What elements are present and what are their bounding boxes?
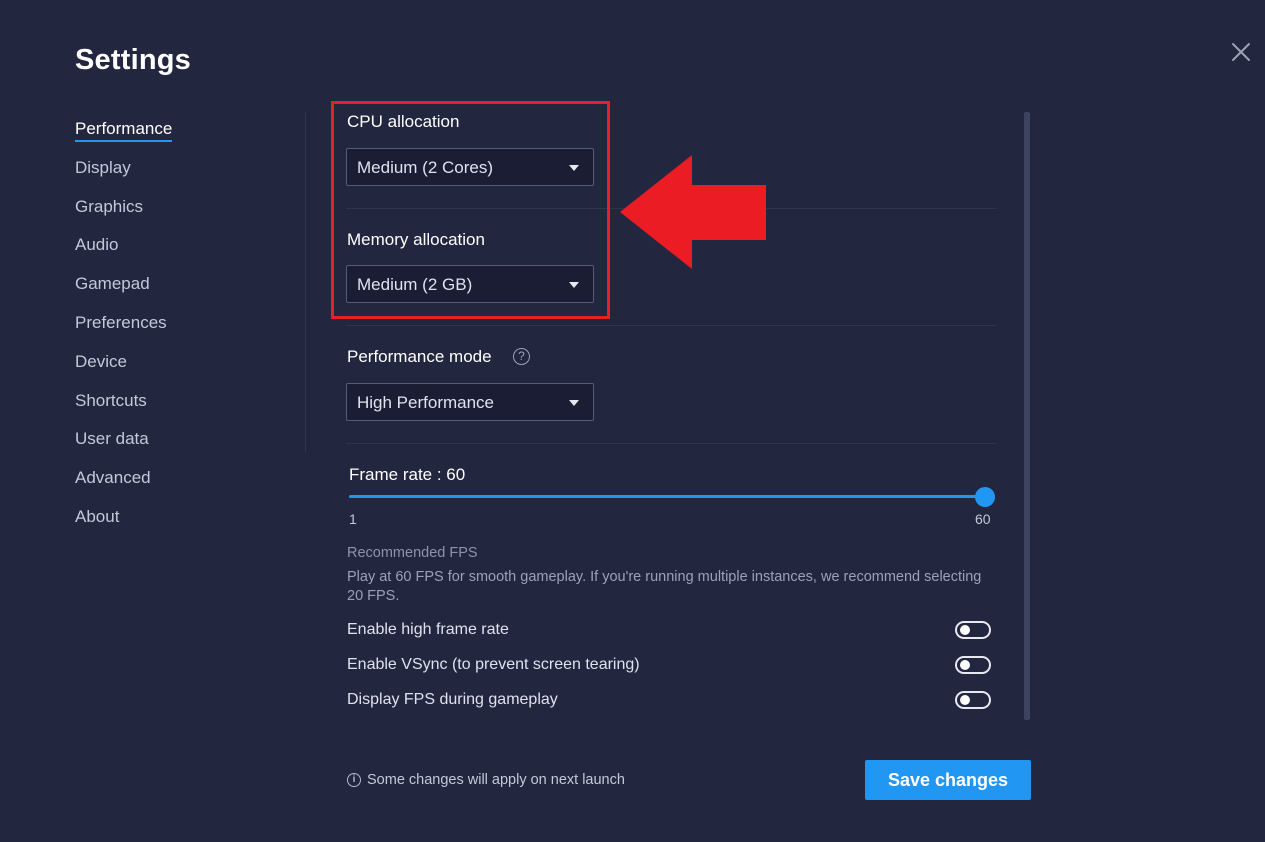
performance-mode-value: High Performance (357, 393, 495, 412)
sidebar-item-advanced[interactable]: Advanced (75, 459, 275, 498)
sidebar-divider (305, 112, 306, 452)
high-frame-rate-toggle[interactable] (955, 621, 991, 639)
annotation-highlight-box (331, 101, 610, 319)
performance-mode-select[interactable]: High Performance (346, 383, 594, 421)
performance-mode-label: Performance mode (347, 347, 492, 366)
frame-rate-max-label: 60 (975, 511, 991, 527)
close-icon[interactable] (1230, 41, 1252, 63)
save-changes-button[interactable]: Save changes (865, 760, 1031, 800)
info-icon: i (347, 773, 361, 787)
sidebar-item-device[interactable]: Device (75, 343, 275, 382)
sidebar-item-preferences[interactable]: Preferences (75, 304, 275, 343)
settings-title: Settings (75, 44, 191, 76)
question-circle-icon[interactable]: ? (513, 348, 530, 365)
sidebar-nav: Performance Display Graphics Audio Gamep… (75, 110, 275, 537)
frame-rate-min-label: 1 (349, 511, 357, 527)
vsync-toggle[interactable] (955, 656, 991, 674)
sidebar-item-gamepad[interactable]: Gamepad (75, 265, 275, 304)
section-divider (346, 325, 996, 326)
sidebar-item-shortcuts[interactable]: Shortcuts (75, 382, 275, 421)
toggle-knob (960, 695, 970, 705)
frame-rate-slider-handle[interactable] (975, 487, 995, 507)
sidebar-item-graphics[interactable]: Graphics (75, 188, 275, 227)
toggle-label-high-frame-rate: Enable high frame rate (347, 621, 509, 638)
toggle-knob (960, 625, 970, 635)
section-divider (346, 443, 996, 444)
recommended-fps-text: Play at 60 FPS for smooth gameplay. If y… (347, 569, 982, 604)
caret-down-icon (569, 400, 579, 406)
red-arrow-icon (620, 155, 766, 269)
recommended-fps-title: Recommended FPS (347, 545, 478, 561)
toggle-knob (960, 660, 970, 670)
toggle-label-display-fps: Display FPS during gameplay (347, 691, 558, 708)
restart-note: Some changes will apply on next launch (367, 772, 625, 788)
toggle-label-vsync: Enable VSync (to prevent screen tearing) (347, 656, 640, 673)
content-scrollbar[interactable] (1024, 112, 1030, 720)
sidebar-item-display[interactable]: Display (75, 149, 275, 188)
sidebar-item-performance[interactable]: Performance (75, 110, 275, 149)
sidebar-item-audio[interactable]: Audio (75, 226, 275, 265)
sidebar-item-about[interactable]: About (75, 498, 275, 537)
display-fps-toggle[interactable] (955, 691, 991, 709)
frame-rate-label: Frame rate : 60 (349, 465, 466, 484)
frame-rate-slider-track[interactable] (349, 495, 985, 498)
sidebar-item-user-data[interactable]: User data (75, 420, 275, 459)
